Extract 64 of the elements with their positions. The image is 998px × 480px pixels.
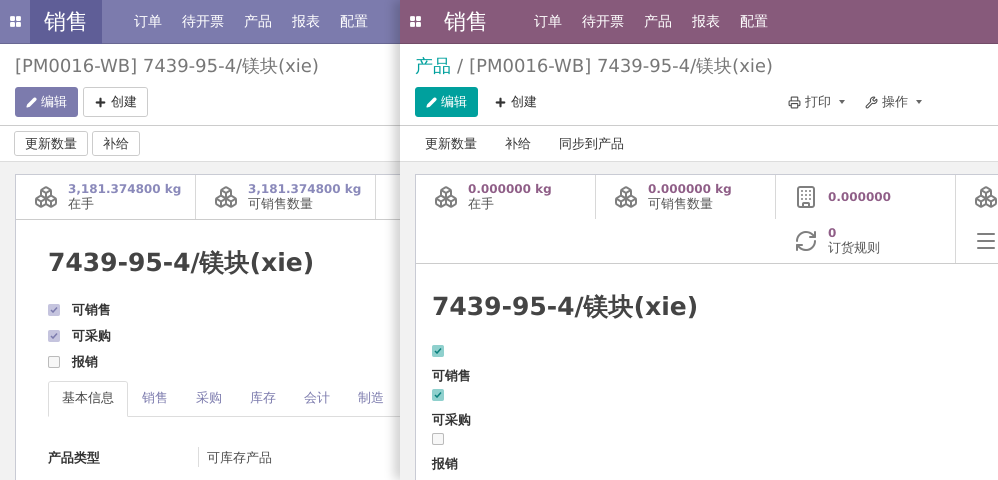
- nav-menu-item[interactable]: 配置: [740, 12, 768, 30]
- pencil-icon: [426, 96, 437, 108]
- tab[interactable]: 基本信息: [48, 381, 128, 417]
- action-button[interactable]: 补给: [92, 131, 140, 156]
- checkbox[interactable]: [432, 433, 444, 445]
- breadcrumb-link[interactable]: 产品: [415, 54, 451, 78]
- stat-button[interactable]: 0.000000 kg 可销售数量: [596, 175, 776, 219]
- cubes-icon: [974, 185, 998, 209]
- create-button[interactable]: 创建: [83, 87, 148, 117]
- nav-menu-item[interactable]: 报表: [692, 12, 720, 30]
- wrench-icon: [865, 96, 878, 108]
- checkbox[interactable]: [48, 304, 60, 316]
- product-name: 7439-95-4/镁块(xie): [432, 291, 700, 323]
- app-title: 销售: [443, 8, 489, 36]
- print-dropdown[interactable]: 打印: [778, 87, 855, 117]
- cubes-icon: [34, 185, 58, 209]
- record-title: [PM0016-WB] 7439-95-4/镁块(xie): [15, 55, 319, 78]
- cubes-icon: [614, 185, 638, 209]
- nav-menu-item[interactable]: 待开票: [182, 12, 224, 30]
- nav-menu-item[interactable]: 产品: [644, 12, 672, 30]
- cubes-icon: [434, 185, 458, 209]
- checkbox[interactable]: [48, 330, 60, 342]
- nav-menu-item[interactable]: 待开票: [582, 12, 624, 30]
- cubes-icon: [214, 185, 238, 209]
- checkbox-label: 可采购: [72, 328, 111, 345]
- plus-icon: [94, 96, 107, 108]
- pencil-icon: [26, 96, 37, 108]
- tab[interactable]: 库存: [236, 381, 290, 416]
- checkbox-label: 报销: [72, 354, 98, 371]
- field-value: 可库存产品: [198, 447, 398, 467]
- checkbox[interactable]: [432, 389, 444, 401]
- field-label: 产品类型: [48, 450, 101, 467]
- printer-icon: [788, 96, 801, 108]
- nav-menu-item[interactable]: 订单: [134, 12, 162, 30]
- app-title: 销售: [30, 0, 102, 44]
- stat-button[interactable]: 0.000000: [776, 175, 956, 219]
- stat-button[interactable]: 3,181.374800 kg 可销售数量: [196, 175, 376, 219]
- checkbox-label: 可销售: [72, 302, 111, 319]
- action-dropdown[interactable]: 操作: [855, 87, 932, 117]
- refresh-icon: [794, 229, 818, 253]
- checkbox[interactable]: [432, 345, 444, 357]
- building-icon: [794, 185, 818, 209]
- checkbox-label: 报销: [432, 456, 458, 473]
- edit-button[interactable]: 编辑: [415, 87, 478, 117]
- product-name: 7439-95-4/镁块(xie): [48, 247, 316, 279]
- tab[interactable]: 采购: [182, 381, 236, 416]
- tab[interactable]: 会计: [290, 381, 344, 416]
- tab[interactable]: 制造: [344, 381, 398, 416]
- nav-menu-item[interactable]: 订单: [534, 12, 562, 30]
- plus-icon: [494, 96, 507, 108]
- breadcrumb-separator: /: [457, 56, 464, 76]
- checkbox[interactable]: [48, 356, 60, 368]
- edit-button[interactable]: 编辑: [15, 87, 78, 117]
- nav-menu-item[interactable]: 配置: [340, 12, 368, 30]
- checkbox-label: 可销售: [432, 368, 471, 385]
- nav-menu-item[interactable]: 报表: [292, 12, 320, 30]
- stat-button[interactable]: 0.000000 kg 在手: [416, 175, 596, 219]
- stat-button[interactable]: 3,181.374800 kg 在手: [16, 175, 196, 219]
- record-title: [PM0016-WB] 7439-95-4/镁块(xie): [469, 55, 773, 78]
- checkbox-label: 可采购: [432, 412, 471, 429]
- nav-menu-item[interactable]: 产品: [244, 12, 272, 30]
- tab[interactable]: 销售: [128, 381, 182, 416]
- stat-button[interactable]: 0 订货规则: [776, 219, 956, 263]
- action-button[interactable]: 更新数量: [14, 131, 88, 156]
